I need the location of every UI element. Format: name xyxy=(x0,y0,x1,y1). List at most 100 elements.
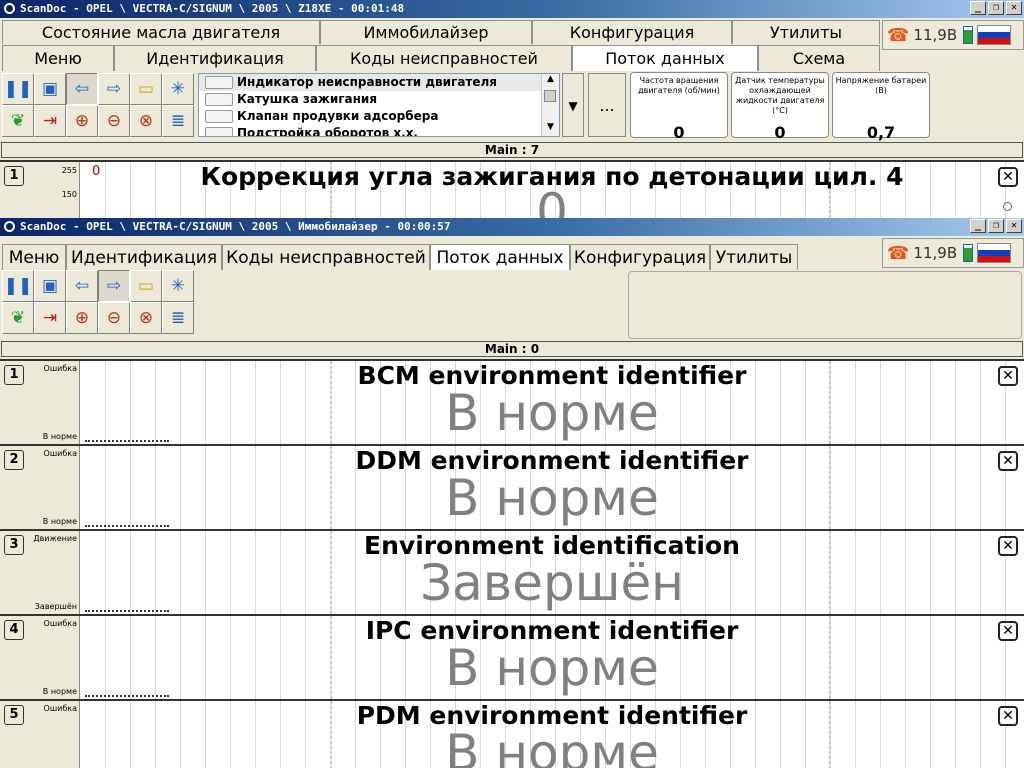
tab-scheme[interactable]: Схема xyxy=(758,45,880,71)
panel-value: В норме xyxy=(445,384,659,442)
indicator-dot-icon xyxy=(1003,202,1012,211)
close-window-button[interactable]: ✕ xyxy=(1006,219,1022,233)
open-log-icon[interactable]: ⇦ xyxy=(66,270,98,302)
restore-button[interactable]: ❐ xyxy=(988,219,1004,233)
toolbar: ❚❚ ▣ ⇦ ⇨ ▭ ✳ ❦ ⇥ ⊕ ⊖ ⊗ ≣ xyxy=(2,73,194,137)
scandoc-window-immobilizer: ScanDoc - OPEL \ VECTRA-C/SIGNUM \ 2005 … xyxy=(0,218,1024,768)
close-panel-icon[interactable]: ✕ xyxy=(998,706,1018,726)
tab-utilities[interactable]: Утилиты xyxy=(732,20,880,44)
tab-configuration[interactable]: Конфигурация xyxy=(532,20,732,44)
scale-top-label: Движение xyxy=(33,534,77,543)
tab-data-stream[interactable]: Поток данных xyxy=(572,45,758,71)
zoom-in-icon[interactable]: ⊕ xyxy=(66,302,98,334)
list-item[interactable]: Клапан продувки адсорбера xyxy=(199,108,559,125)
tab-immobilizer[interactable]: Иммобилайзер xyxy=(320,20,532,44)
tab-identification[interactable]: Идентификация xyxy=(66,244,222,270)
gauge-coolant-temp[interactable]: Датчик температуры охлаждающей жидкости … xyxy=(731,72,829,142)
phone-icon: ☎ xyxy=(887,24,910,46)
scandoc-window-engine: ScanDoc - OPEL \ VECTRA-C/SIGNUM \ 2005 … xyxy=(0,0,1024,218)
close-panel-icon[interactable]: ✕ xyxy=(998,536,1018,556)
tab-data-stream[interactable]: Поток данных xyxy=(430,244,570,270)
close-window-button[interactable]: ✕ xyxy=(1006,1,1022,15)
scale-bottom-label: В норме xyxy=(42,687,77,696)
list-icon[interactable]: ≣ xyxy=(162,302,194,334)
title-bar[interactable]: ScanDoc - OPEL \ VECTRA-C/SIGNUM \ 2005 … xyxy=(0,218,1024,236)
tab-fault-codes[interactable]: Коды неисправностей xyxy=(222,244,430,270)
scale-bottom-label: В норме xyxy=(42,432,77,441)
graph-scale: 3 Движение Завершён xyxy=(0,531,80,614)
exit-icon[interactable]: ⇥ xyxy=(34,105,66,137)
export-icon[interactable]: ⇨ xyxy=(98,270,130,302)
phone-icon: ☎ xyxy=(887,242,910,264)
minimize-button[interactable]: _ xyxy=(970,1,986,15)
pause-icon[interactable]: ❚❚ xyxy=(2,73,34,105)
title-bar[interactable]: ScanDoc - OPEL \ VECTRA-C/SIGNUM \ 2005 … xyxy=(0,0,1024,18)
scale-max: 255 xyxy=(61,166,77,175)
tab-configuration[interactable]: Конфигурация xyxy=(570,244,710,270)
panel-value: В норме xyxy=(445,724,659,768)
scroll-down-icon[interactable]: ▼ xyxy=(542,122,559,136)
checkbox[interactable] xyxy=(205,110,233,123)
graph-scale: 4 Ошибка В норме xyxy=(0,616,80,699)
graph-scale: 1 Ошибка В норме xyxy=(0,361,80,444)
scale-bottom-label: Завершён xyxy=(34,602,77,611)
battery-icon xyxy=(963,244,974,262)
zoom-in-icon[interactable]: ⊕ xyxy=(66,105,98,137)
checkbox[interactable] xyxy=(205,76,233,89)
zoom-out-icon[interactable]: ⊖ xyxy=(98,105,130,137)
graph-settings-icon[interactable]: ✳ xyxy=(162,270,194,302)
close-panel-icon[interactable]: ✕ xyxy=(998,167,1018,187)
tab-utilities[interactable]: Утилиты xyxy=(710,244,798,270)
folder-icon[interactable]: ▭ xyxy=(130,73,162,105)
restore-button[interactable]: ❐ xyxy=(988,1,1004,15)
save-icon[interactable]: ▣ xyxy=(34,270,66,302)
list-item[interactable]: Подстройка оборотов х.х. xyxy=(199,125,559,136)
leaf-icon[interactable]: ❦ xyxy=(2,302,34,334)
zoom-fit-icon[interactable]: ⊗ xyxy=(130,105,162,137)
list-item[interactable]: Индикатор неисправности двигателя xyxy=(199,74,559,91)
russian-flag-icon[interactable] xyxy=(977,243,1012,263)
tab-menu[interactable]: Меню xyxy=(2,45,114,71)
close-panel-icon[interactable]: ✕ xyxy=(998,451,1018,471)
russian-flag-icon[interactable] xyxy=(977,25,1012,45)
save-icon[interactable]: ▣ xyxy=(34,73,66,105)
tab-oil-state[interactable]: Состояние масла двигателя xyxy=(2,20,320,44)
app-icon xyxy=(3,2,16,15)
scroll-thumb[interactable] xyxy=(544,90,556,102)
zoom-out-icon[interactable]: ⊖ xyxy=(98,302,130,334)
leaf-icon[interactable]: ❦ xyxy=(2,105,34,137)
exit-icon[interactable]: ⇥ xyxy=(34,302,66,334)
gauge-engine-rpm[interactable]: Частота вращения двигателя (об/мин) 0 xyxy=(630,72,728,142)
pause-icon[interactable]: ❚❚ xyxy=(2,270,34,302)
gauge-area xyxy=(628,271,1022,339)
export-icon[interactable]: ⇨ xyxy=(98,73,130,105)
panel-value: 0 xyxy=(536,183,568,218)
graph-settings-icon[interactable]: ✳ xyxy=(162,73,194,105)
panel-number: 5 xyxy=(4,705,24,725)
zoom-fit-icon[interactable]: ⊗ xyxy=(130,302,162,334)
close-panel-icon[interactable]: ✕ xyxy=(998,366,1018,386)
graph-scale: 2 Ошибка В норме xyxy=(0,446,80,529)
list-item[interactable]: Катушка зажигания xyxy=(199,91,559,108)
tab-identification[interactable]: Идентификация xyxy=(114,45,316,71)
dropdown-arrow-icon[interactable]: ▼ xyxy=(562,73,584,137)
list-icon[interactable]: ≣ xyxy=(162,105,194,137)
more-button[interactable]: ... xyxy=(588,73,626,137)
tab-fault-codes[interactable]: Коды неисправностей xyxy=(316,45,572,71)
list-scrollbar[interactable]: ▲ ▼ xyxy=(541,74,559,136)
gauge-battery-voltage[interactable]: Напряжение батареи (В) 0,7 xyxy=(832,72,930,142)
scale-top-label: Ошибка xyxy=(43,704,77,713)
tab-menu[interactable]: Меню xyxy=(2,244,66,270)
panel-number: 4 xyxy=(4,620,24,640)
minimize-button[interactable]: _ xyxy=(970,219,986,233)
close-panel-icon[interactable]: ✕ xyxy=(998,621,1018,641)
open-log-icon[interactable]: ⇦ xyxy=(66,73,98,105)
scroll-up-icon[interactable]: ▲ xyxy=(542,74,559,88)
parameter-list[interactable]: Индикатор неисправности двигателя Катушк… xyxy=(198,73,560,137)
folder-icon[interactable]: ▭ xyxy=(130,270,162,302)
panel-number: 2 xyxy=(4,450,24,470)
battery-icon xyxy=(963,26,974,44)
checkbox[interactable] xyxy=(205,127,233,136)
panel-value: В норме xyxy=(445,469,659,527)
checkbox[interactable] xyxy=(205,93,233,106)
